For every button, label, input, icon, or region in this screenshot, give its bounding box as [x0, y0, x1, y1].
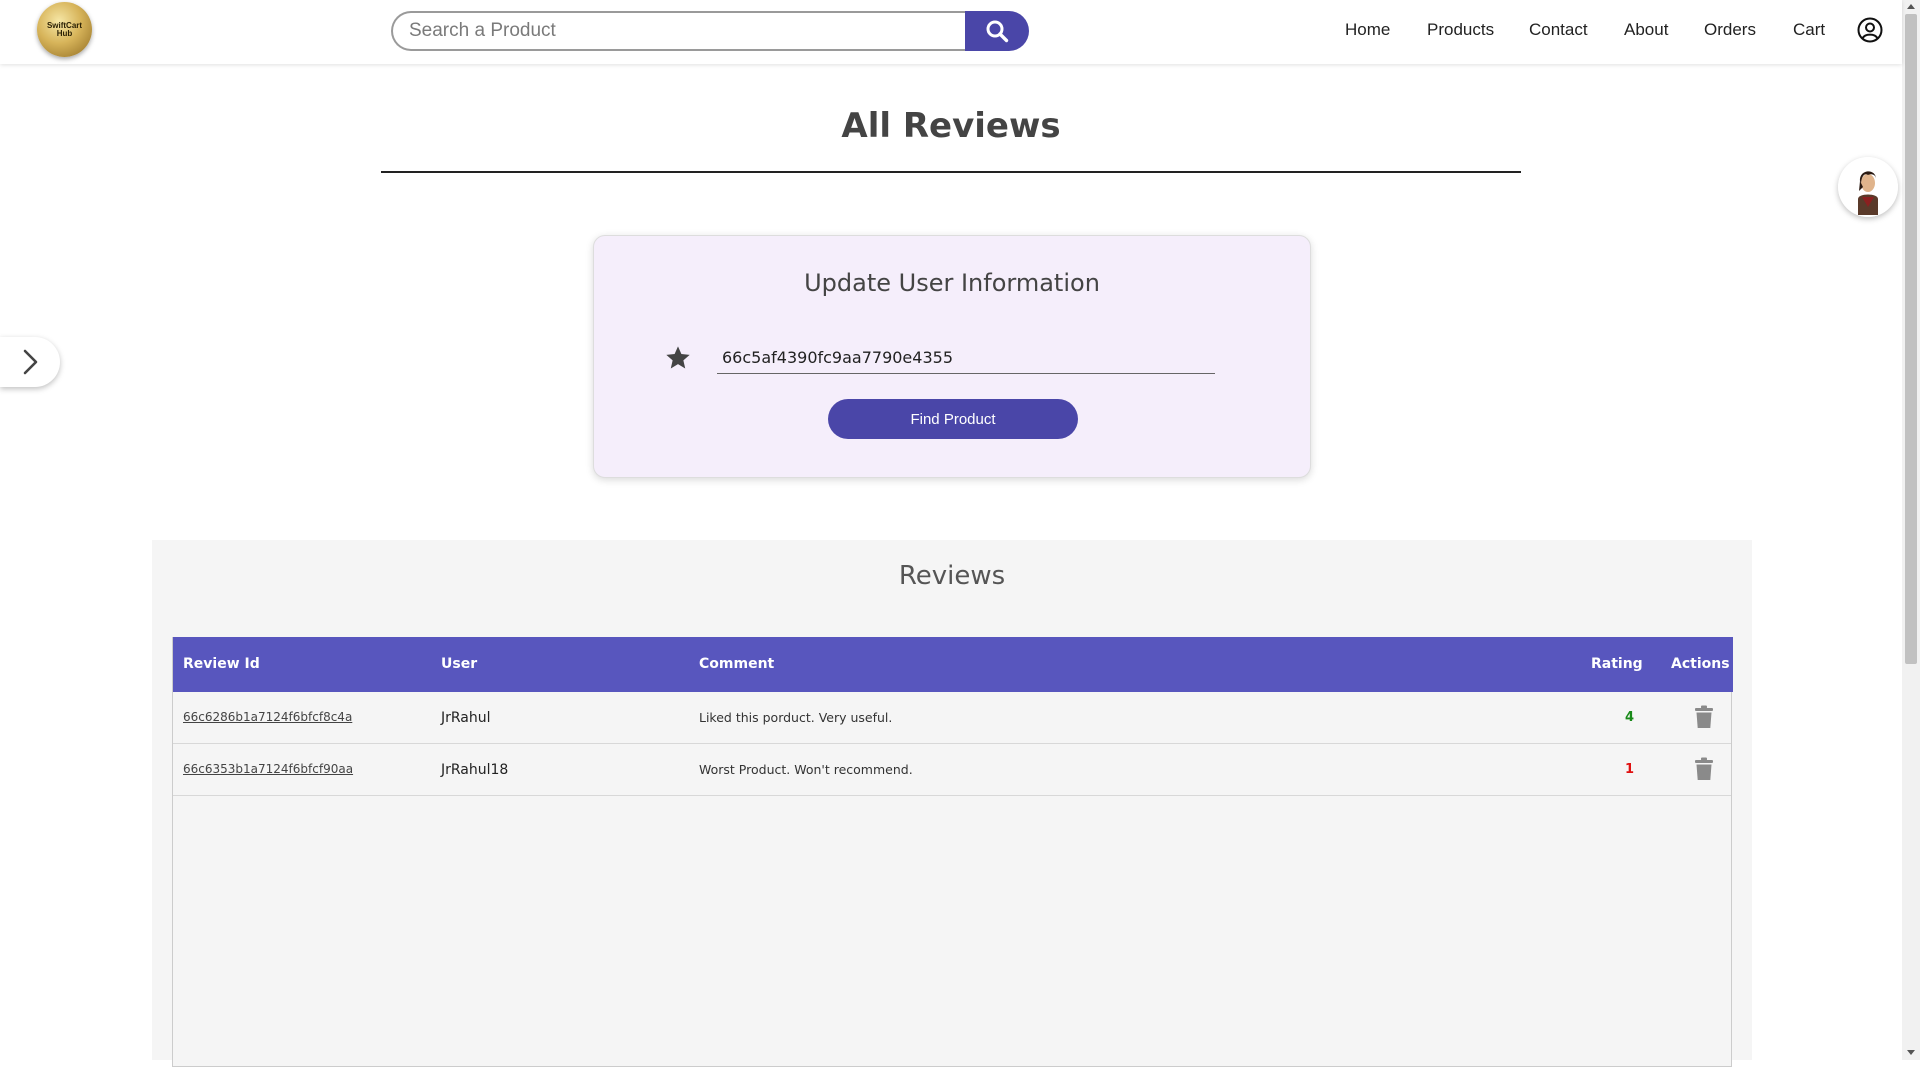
nav-cart[interactable]: Cart: [1793, 20, 1825, 40]
scroll-up-arrow-icon[interactable]: [1907, 4, 1915, 9]
page-scrollbar[interactable]: [1902, 0, 1920, 1060]
nav-products[interactable]: Products: [1427, 20, 1494, 40]
review-user: JrRahul: [441, 710, 491, 726]
review-id-link[interactable]: 66c6286b1a7124f6bfcf8c4a: [183, 710, 352, 724]
delete-trash-icon[interactable]: [1693, 757, 1715, 781]
review-comment: Liked this porduct. Very useful.: [699, 710, 893, 725]
scroll-thumb[interactable]: [1905, 14, 1917, 664]
column-header-review-id: Review Id: [183, 656, 260, 672]
review-rating: 4: [1625, 710, 1635, 725]
title-divider: [381, 171, 1521, 173]
delete-trash-icon[interactable]: [1693, 705, 1715, 729]
chevron-right-icon: [23, 349, 38, 375]
avatar-portrait-icon: [1838, 157, 1898, 217]
nav-orders[interactable]: Orders: [1704, 20, 1756, 40]
table-header: Review Id User Comment Rating Actions: [173, 637, 1733, 692]
sidebar-toggle-button[interactable]: [0, 337, 60, 387]
column-header-rating: Rating: [1591, 656, 1643, 672]
nav-home[interactable]: Home: [1345, 20, 1390, 40]
review-user: JrRahul18: [441, 762, 509, 778]
search-button[interactable]: [965, 11, 1029, 51]
table-row: 66c6353b1a7124f6bfcf90aa JrRahul18 Worst…: [173, 744, 1731, 796]
find-product-button[interactable]: Find Product: [828, 399, 1078, 439]
search-bar: [391, 11, 1029, 51]
logo-text: SwiftCart Hub: [46, 20, 83, 38]
table-row: 66c6286b1a7124f6bfcf8c4a JrRahul Liked t…: [173, 692, 1731, 744]
logo[interactable]: SwiftCart Hub: [37, 2, 92, 57]
card-title: Update User Information: [804, 269, 1100, 297]
review-rating: 1: [1625, 762, 1635, 777]
nav-contact[interactable]: Contact: [1529, 20, 1588, 40]
review-comment: Worst Product. Won't recommend.: [699, 762, 913, 777]
scroll-down-arrow-icon[interactable]: [1907, 1050, 1915, 1055]
search-icon: [986, 20, 1009, 43]
column-header-comment: Comment: [699, 656, 775, 672]
update-user-card: Update User Information Find Product: [593, 235, 1311, 478]
top-navbar: SwiftCart Hub Home Products Contact Abou…: [0, 0, 1902, 64]
column-header-user: User: [441, 656, 478, 672]
user-account-icon[interactable]: [1857, 17, 1883, 43]
search-input[interactable]: [391, 11, 971, 51]
star-icon: [666, 346, 690, 369]
review-id-link[interactable]: 66c6353b1a7124f6bfcf90aa: [183, 762, 353, 776]
reviews-title: Reviews: [898, 561, 1006, 591]
page-title: All Reviews: [841, 106, 1061, 146]
column-header-actions: Actions: [1671, 656, 1730, 672]
product-id-field[interactable]: [717, 342, 1215, 374]
nav-about[interactable]: About: [1624, 20, 1668, 40]
chat-avatar[interactable]: [1838, 157, 1898, 217]
reviews-table: Review Id User Comment Rating Actions 66…: [172, 637, 1733, 1067]
reviews-section: Reviews Review Id User Comment Rating Ac…: [152, 540, 1752, 1067]
